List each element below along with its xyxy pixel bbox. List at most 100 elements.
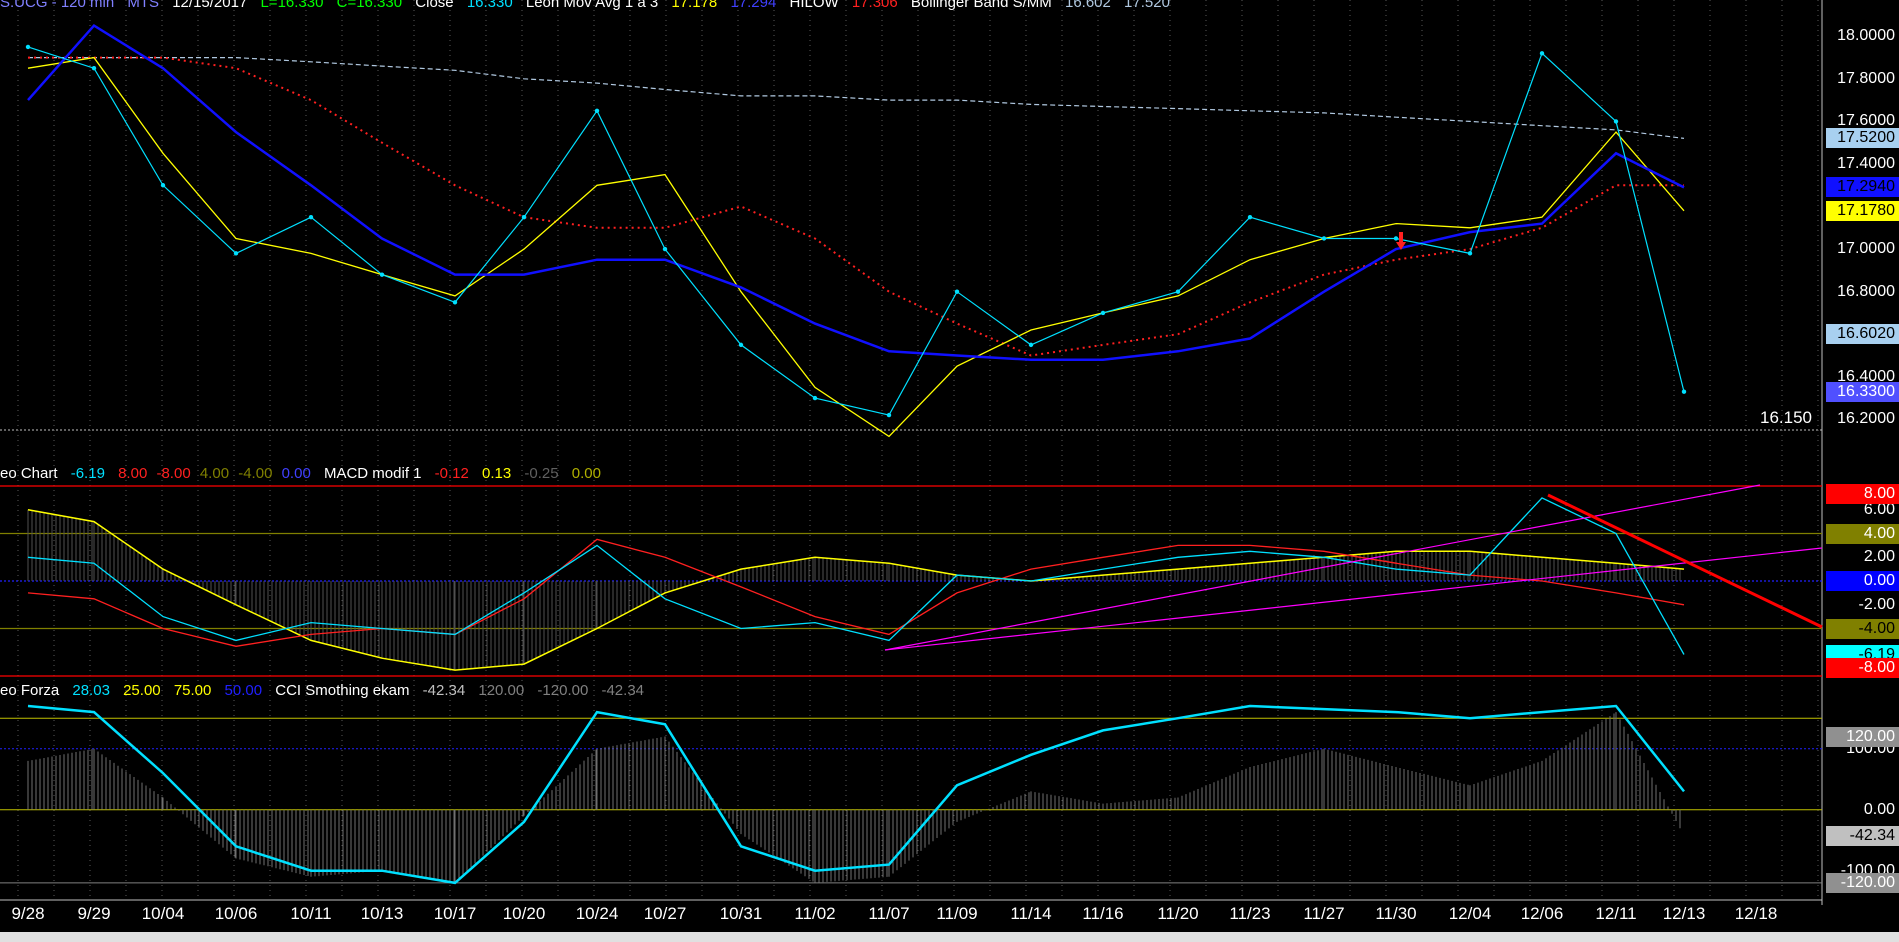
macd-value-tag: -8.00 (1826, 658, 1899, 678)
macd-value-tag: 0.00 (1826, 571, 1899, 591)
close-price-line-point (1613, 119, 1619, 124)
close-price-line-point (233, 251, 239, 256)
macd-value-tag: -4.00 (1826, 618, 1899, 639)
close-price-line-point (1467, 251, 1473, 256)
forza-axis-label: 0.00 (1863, 800, 1895, 818)
x-axis-date-label: 11/14 (1010, 904, 1052, 923)
close-price-line-point (160, 183, 166, 188)
symbol-label: S.UCG - 120 min (0, 0, 115, 11)
macd-v6: 0.00 (281, 465, 311, 482)
x-axis-date-label: 10/27 (643, 904, 687, 923)
close-price-line-point (1175, 289, 1181, 294)
bb-value2: 17.520 (1124, 0, 1170, 11)
x-axis-date-label: 10/24 (575, 904, 619, 923)
x-axis-date-label: 11/09 (936, 904, 978, 923)
close-price-line-point (594, 108, 600, 113)
close-price-line-point (1681, 389, 1687, 394)
low-label: L=16.330 (260, 0, 324, 11)
forza-v2: 25.00 (123, 682, 161, 699)
close-price-line-point (886, 412, 892, 418)
x-axis-date-label: 12/11 (1595, 904, 1637, 923)
leon-ma-blue-line (27, 23, 1685, 362)
close-price-line-point (738, 342, 744, 348)
close-price-line (27, 46, 1685, 416)
macd-value-tag: 8.00 (1826, 484, 1899, 504)
macd-label2: MACD modif 1 (323, 465, 422, 482)
date-label: 12/15/2017 (172, 0, 248, 11)
close-price-line-point (662, 246, 668, 252)
x-axis-date-label: 11/23 (1229, 904, 1271, 923)
x-axis-date-label: 11/27 (1303, 904, 1345, 923)
forza-value-tag: -42.34 (1826, 825, 1899, 846)
macd-axis-label: 2.00 (1863, 548, 1895, 566)
x-axis-date-label: 12/13 (1662, 904, 1706, 923)
macd-v7: -0.12 (434, 465, 469, 482)
x-axis-date-label: 12/18 (1734, 904, 1778, 923)
hilow-label: HILOW (789, 0, 839, 11)
close-price-line-point (308, 214, 314, 220)
x-axis-date-label: 10/17 (433, 904, 477, 923)
low-price-marker: 16.150 (1760, 408, 1812, 427)
close-price-line-point (1539, 51, 1545, 56)
x-axis-date-label: 11/30 (1375, 904, 1417, 923)
price-value-tag: 17.2940 (1826, 176, 1899, 197)
macd-v4: 4.00 (199, 465, 230, 482)
x-axis-date-label: 10/04 (141, 904, 185, 923)
x-axis-date-label: 10/20 (502, 904, 546, 923)
macd-v5: -4.00 (238, 465, 273, 482)
forza-value-tag: -120.00 (1826, 872, 1899, 893)
forza-v8: -42.34 (601, 682, 645, 699)
close-price-line-point (1247, 214, 1253, 220)
ma-value2: 17.294 (730, 0, 777, 11)
forza-v5: -42.34 (422, 682, 466, 699)
close-tag: C=16.330 (336, 0, 403, 11)
price-axis-label: 17.0000 (1837, 240, 1895, 258)
forza-v1: 28.03 (72, 682, 110, 699)
price-axis-label: 16.8000 (1837, 282, 1895, 300)
macd-v3: -8.00 (156, 465, 191, 482)
x-axis-date-label: 12/04 (1448, 904, 1492, 923)
price-axis-label: 17.8000 (1837, 69, 1895, 87)
price-value-tag: 17.5200 (1826, 128, 1899, 149)
price-axis-label: 16.2000 (1837, 410, 1895, 428)
close-price-line-point (1028, 342, 1034, 348)
close-price-line-point (954, 289, 960, 294)
macd-trendline-upper (884, 484, 1761, 651)
close-value: 16.330 (466, 0, 513, 11)
macd-axis-label: -2.00 (1858, 595, 1895, 613)
hilow-line (28, 56, 1684, 357)
close-price-line-point (1321, 236, 1327, 241)
ma-value1: 17.178 (671, 0, 718, 11)
macd-v10: 0.00 (571, 465, 601, 482)
bb-value1: 16.602 (1064, 0, 1111, 11)
forza-label1: eo Forza (0, 682, 60, 699)
x-axis-date-label: 11/20 (1157, 904, 1199, 923)
close-price-line-point (1100, 310, 1106, 316)
forza-v6: 120.00 (478, 682, 525, 699)
macd-v2: 8.00 (118, 465, 148, 482)
close-price-line-point (379, 272, 385, 277)
forza-panel-header: eo Forza 28.03 25.00 75.00 50.00 CCI Smo… (0, 682, 653, 699)
bb-label: Bollinger Band S/MM (910, 0, 1052, 11)
ma-label: Leon Mov Avg 1 a 3 (525, 0, 659, 11)
x-axis-date-label: 11/16 (1082, 904, 1124, 923)
price-value-tag: 16.6020 (1826, 323, 1899, 344)
macd-v1: -6.19 (70, 465, 105, 482)
bollinger-band-line (28, 57, 1685, 139)
x-axis-date-label: 10/11 (290, 904, 332, 923)
forza-v4: 50.00 (224, 682, 263, 699)
close-price-line-point (521, 214, 527, 220)
macd-trendline-lower (884, 547, 1823, 651)
x-axis-date-label: 9/29 (77, 904, 111, 923)
price-axis-label: 18.0000 (1837, 27, 1895, 45)
forza-v3: 75.00 (173, 682, 212, 699)
x-axis-date-label: 12/06 (1520, 904, 1564, 923)
price-value-tag: 16.3300 (1826, 381, 1899, 402)
source-label: MTS (127, 0, 160, 11)
x-axis-date-label: 9/28 (11, 904, 45, 923)
close-price-line-point (91, 66, 97, 71)
close-label: Close (415, 0, 454, 11)
forza-value-tag: 120.00 (1826, 726, 1899, 747)
x-axis-date-label: 10/13 (360, 904, 404, 923)
macd-value-tag: 4.00 (1826, 523, 1899, 544)
